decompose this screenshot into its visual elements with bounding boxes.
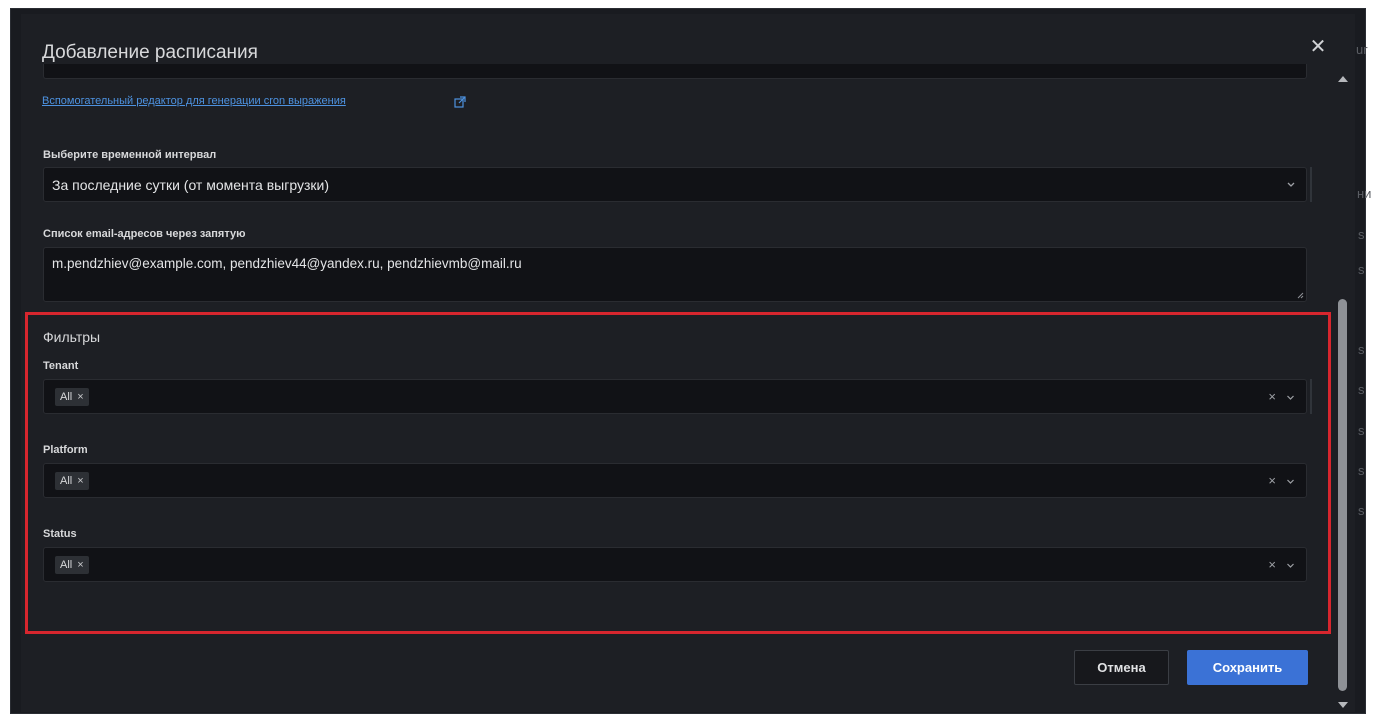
chip-label: All bbox=[60, 559, 73, 571]
save-button[interactable]: Сохранить bbox=[1187, 650, 1308, 685]
chip-remove-icon[interactable]: × bbox=[77, 556, 83, 574]
chevron-down-icon[interactable] bbox=[1286, 393, 1295, 402]
background-text: s bbox=[1358, 382, 1365, 397]
interval-label: Выберите временной интервал bbox=[43, 149, 217, 161]
clear-icon[interactable]: × bbox=[1268, 557, 1276, 572]
chevron-down-icon[interactable] bbox=[1286, 477, 1295, 486]
vertical-scrollbar[interactable] bbox=[1335, 74, 1351, 710]
cron-expression-input[interactable] bbox=[43, 64, 1307, 79]
cancel-button[interactable]: Отмена bbox=[1074, 650, 1169, 685]
interval-select[interactable]: За последние сутки (от момента выгрузки) bbox=[43, 167, 1307, 202]
background-text: s bbox=[1358, 423, 1365, 438]
add-schedule-dialog: Добавление расписания ✕ Вспомогательный … bbox=[21, 14, 1355, 712]
scroll-thumb[interactable] bbox=[1338, 299, 1347, 691]
status-label: Status bbox=[43, 528, 77, 540]
field-edge bbox=[1310, 379, 1312, 414]
chip-remove-icon[interactable]: × bbox=[77, 388, 83, 406]
clear-icon[interactable]: × bbox=[1268, 473, 1276, 488]
field-edge bbox=[1310, 167, 1312, 202]
platform-label: Platform bbox=[43, 444, 88, 456]
cron-helper-link[interactable]: Вспомогательный редактор для генерации c… bbox=[42, 95, 346, 107]
dialog-title: Добавление расписания bbox=[42, 42, 258, 63]
background-text: s bbox=[1358, 463, 1365, 478]
tenant-chip: All × bbox=[55, 388, 89, 406]
background-text: s bbox=[1358, 503, 1365, 518]
background-text: s bbox=[1358, 342, 1365, 357]
close-icon: ✕ bbox=[1309, 36, 1327, 58]
status-select[interactable]: All × × bbox=[43, 547, 1307, 582]
scroll-up-arrow-icon[interactable] bbox=[1338, 76, 1348, 82]
chip-label: All bbox=[60, 475, 73, 487]
background-text: s bbox=[1358, 227, 1365, 242]
platform-select[interactable]: All × × bbox=[43, 463, 1307, 498]
filters-title: Фильтры bbox=[43, 329, 101, 345]
platform-chip: All × bbox=[55, 472, 89, 490]
background-text: ur bbox=[1356, 42, 1368, 57]
tenant-select[interactable]: All × × bbox=[43, 379, 1307, 414]
scroll-down-arrow-icon[interactable] bbox=[1338, 702, 1348, 708]
tenant-label: Tenant bbox=[43, 360, 79, 372]
interval-value: За последние сутки (от момента выгрузки) bbox=[52, 177, 329, 193]
chevron-down-icon bbox=[1287, 182, 1295, 187]
emails-textarea[interactable]: m.pendzhiev@example.com, pendzhiev44@yan… bbox=[43, 247, 1307, 302]
background-text: ни bbox=[1357, 186, 1372, 201]
resize-grip-icon[interactable] bbox=[1297, 292, 1304, 299]
emails-label: Список email-адресов через запятую bbox=[43, 228, 246, 240]
background-text: s bbox=[1358, 262, 1365, 277]
chip-remove-icon[interactable]: × bbox=[77, 472, 83, 490]
close-button[interactable]: ✕ bbox=[1307, 36, 1329, 58]
clear-icon[interactable]: × bbox=[1268, 389, 1276, 404]
chevron-down-icon[interactable] bbox=[1286, 561, 1295, 570]
external-link-icon[interactable] bbox=[454, 96, 466, 108]
dialog-content: Вспомогательный редактор для генерации c… bbox=[21, 64, 1331, 644]
chip-label: All bbox=[60, 391, 73, 403]
status-chip: All × bbox=[55, 556, 89, 574]
emails-value: m.pendzhiev@example.com, pendzhiev44@yan… bbox=[52, 256, 522, 271]
